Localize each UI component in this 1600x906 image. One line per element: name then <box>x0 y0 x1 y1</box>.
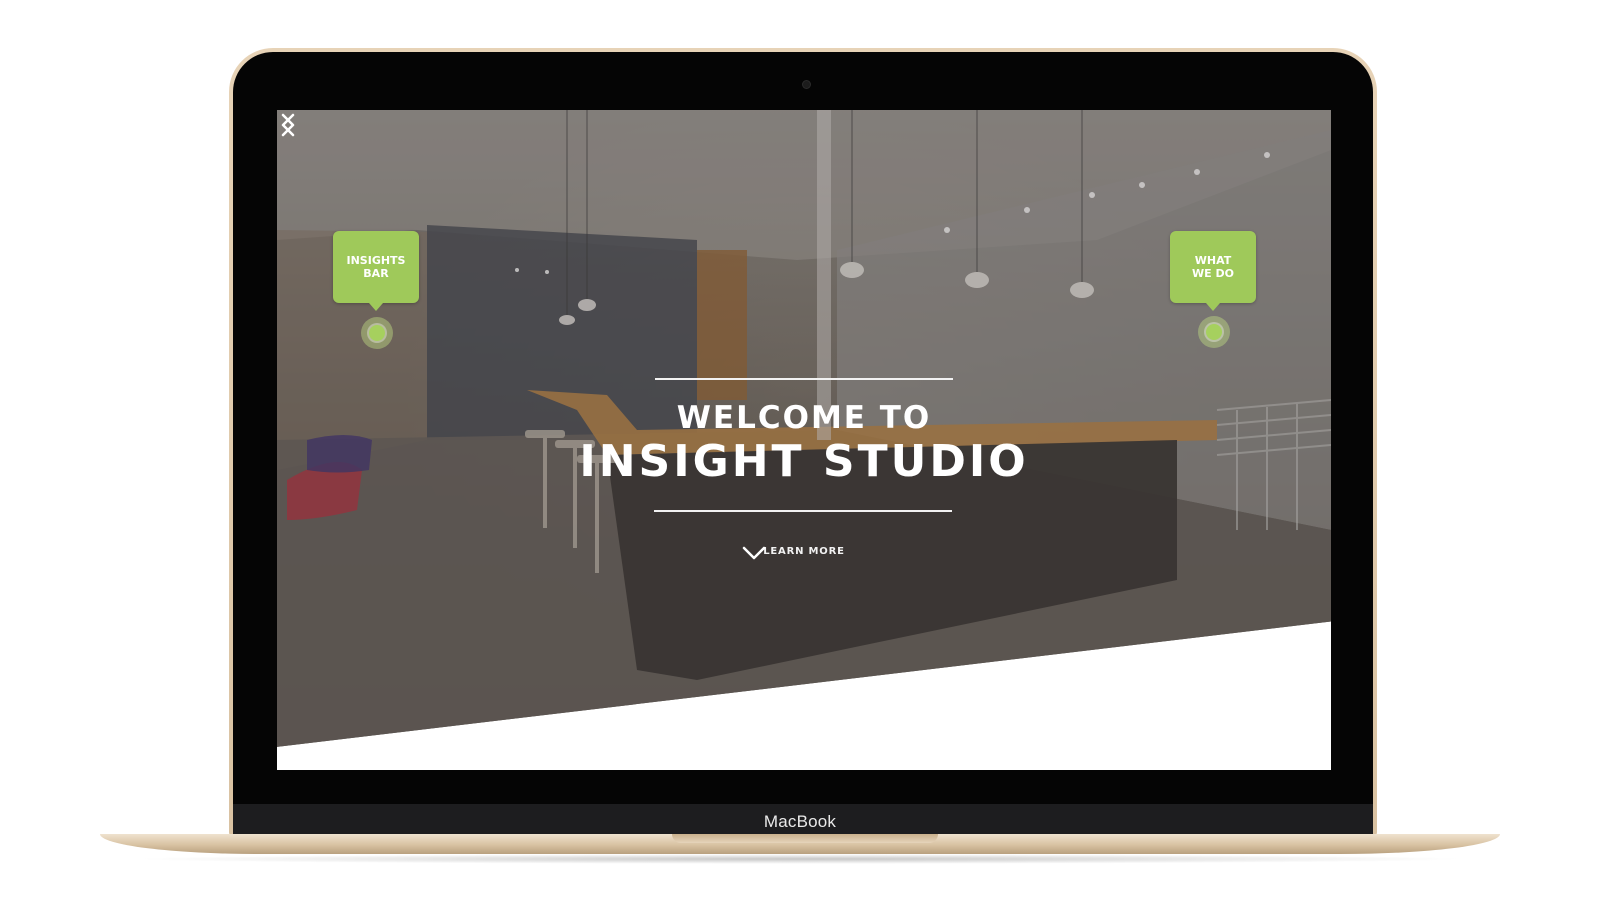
insights-bar-label-line1: INSIGHTS <box>346 254 406 267</box>
what-we-do-label: WHAT WE DO <box>1192 254 1234 280</box>
learn-more-button[interactable]: LEARN MORE <box>742 546 866 604</box>
insights-bar-label-line2: BAR <box>363 267 389 280</box>
hero-welcome-text: WELCOME TO <box>676 400 932 436</box>
laptop-shadow <box>130 854 1470 864</box>
laptop-notch <box>672 834 938 843</box>
insights-bar-callout[interactable]: INSIGHTS BAR <box>333 231 419 311</box>
insights-bar-label: INSIGHTS BAR <box>347 254 406 280</box>
title-rule-bottom <box>654 510 952 512</box>
laptop-screen: WELCOME TO INSIGHT STUDIO LEARN MORE INS… <box>277 110 1331 770</box>
what-we-do-callout[interactable]: WHAT WE DO <box>1170 231 1256 311</box>
hero-background: WELCOME TO INSIGHT STUDIO LEARN MORE INS… <box>277 110 1331 747</box>
laptop-mockup: MacBook WELCOME TO INSIGHT STUDIO LEARN … <box>0 0 1600 906</box>
what-we-do-hotspot[interactable] <box>1198 316 1230 348</box>
chevron-down-icon <box>742 546 766 560</box>
hero-title: INSIGHT STUDIO <box>579 436 1029 487</box>
what-we-do-label-line2: WE DO <box>1192 267 1234 280</box>
chevron-right-icon[interactable] <box>277 110 299 140</box>
insights-bar-hotspot[interactable] <box>361 317 393 349</box>
camera-icon <box>802 80 811 89</box>
what-we-do-label-line1: WHAT <box>1194 254 1232 267</box>
title-rule-top <box>655 378 953 380</box>
laptop-brand-label: MacBook <box>763 812 837 831</box>
